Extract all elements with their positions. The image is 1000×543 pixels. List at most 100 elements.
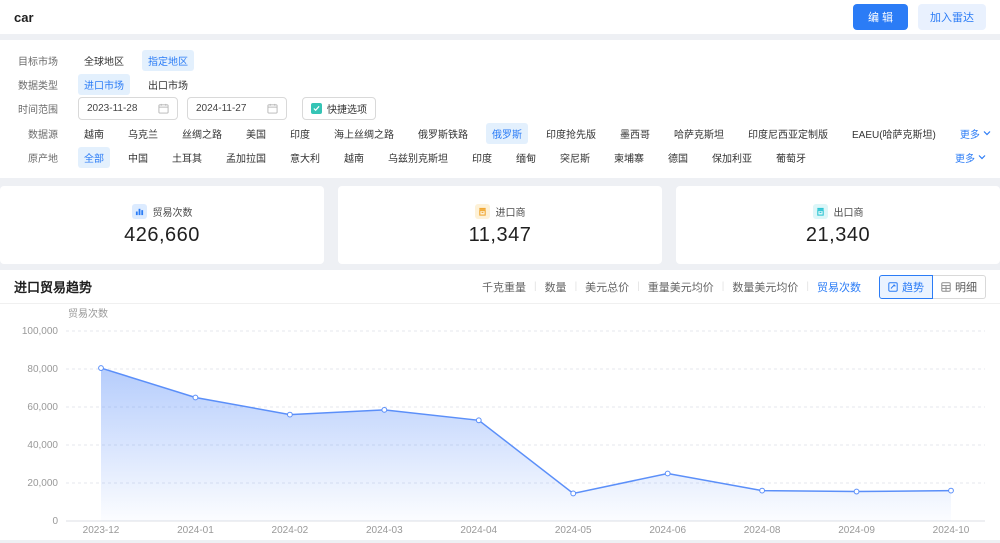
page-title: car (14, 9, 34, 25)
filter-option[interactable]: 越南 (338, 147, 370, 168)
chevron-down-icon (983, 131, 991, 136)
start-date-value: 2023-11-28 (87, 103, 138, 114)
filter-label-data-type: 数据类型 (18, 80, 58, 92)
y-tick-label: 60,000 (27, 402, 58, 413)
metric-tab[interactable]: 数量 (537, 279, 575, 295)
filter-option[interactable]: EAEU(哈萨克斯坦) (846, 123, 942, 144)
filter-option[interactable]: 保加利亚 (706, 147, 758, 168)
data-point[interactable] (475, 417, 482, 424)
filter-option[interactable]: 乌兹别克斯坦 (382, 147, 454, 168)
add-radar-button[interactable]: 加入雷达 (918, 4, 986, 30)
data-point[interactable] (286, 411, 293, 418)
stat-value: 11,347 (468, 223, 532, 246)
filter-option[interactable]: 孟加拉国 (220, 147, 272, 168)
stat-value: 426,660 (124, 223, 200, 246)
filter-option[interactable]: 海上丝绸之路 (328, 123, 400, 144)
filter-option[interactable]: 越南 (78, 123, 110, 144)
stat-card-importers: 进口商 11,347 (338, 186, 662, 264)
filter-option[interactable]: 指定地区 (142, 49, 194, 71)
view-toggle: 趋势 明细 (879, 274, 986, 299)
filter-row-data-type: 数据类型 进口市场 出口市场 (6, 73, 986, 95)
calendar-icon (267, 103, 278, 114)
filter-option[interactable]: 柬埔寨 (608, 147, 650, 168)
metric-tab[interactable]: 美元总价 (577, 279, 637, 295)
data-source-more-link[interactable]: 更多 (954, 126, 991, 141)
x-tick-label: 2024-10 (933, 525, 970, 536)
data-point[interactable] (381, 406, 388, 413)
data-point[interactable] (948, 487, 954, 494)
filter-option[interactable]: 中国 (122, 147, 154, 168)
detail-view-button[interactable]: 明细 (933, 274, 986, 299)
filter-option[interactable]: 丝绸之路 (176, 123, 228, 144)
filter-option[interactable]: 全球地区 (78, 50, 130, 71)
trend-line-chart[interactable]: 0 20,000 40,000 60,000 80,000 100,000 贸易次数 2023… (0, 304, 1000, 540)
y-axis-title: 贸易次数 (68, 307, 108, 320)
stat-label: 进口商 (495, 207, 526, 219)
x-tick-label: 2024-05 (555, 525, 592, 536)
trend-icon (888, 281, 898, 292)
start-date-input[interactable]: 2023-11-28 (78, 97, 178, 120)
filter-option[interactable]: 俄罗斯铁路 (412, 123, 474, 144)
filter-label-origin: 原产地 (28, 153, 58, 165)
detail-view-label: 明细 (955, 281, 977, 294)
data-point[interactable] (853, 488, 860, 495)
filter-option[interactable]: 印度 (466, 147, 498, 168)
metric-tab[interactable]: 数量美元均价 (724, 279, 806, 295)
metric-tab[interactable]: 重量美元均价 (640, 279, 722, 295)
filter-option[interactable]: 乌克兰 (122, 123, 164, 144)
filter-option[interactable]: 美国 (240, 123, 272, 144)
chevron-down-icon (978, 155, 986, 160)
filter-option[interactable]: 全部 (78, 146, 110, 168)
filter-option[interactable]: 意大利 (284, 147, 326, 168)
filter-option[interactable]: 缅甸 (510, 147, 542, 168)
chart-header: 进口贸易趋势 千克重量 | 数量 | 美元总价 | 重量美元均价 | 数量美元均价 | 贸易次数 趋… (0, 270, 1000, 304)
data-point[interactable] (664, 470, 671, 477)
filter-option[interactable]: 出口市场 (142, 74, 194, 95)
trend-view-label: 趋势 (902, 281, 924, 294)
x-tick-label: 2024-03 (366, 525, 403, 536)
more-label: 更多 (955, 153, 975, 165)
filter-option[interactable]: 印度尼西亚定制版 (742, 123, 834, 144)
filter-option[interactable]: 印度 (284, 123, 316, 144)
stat-cards: 贸易次数 426,660 进口商 11,347 出口商 21,340 (0, 186, 1000, 264)
filter-option[interactable]: 进口市场 (78, 73, 130, 95)
data-point[interactable] (98, 365, 104, 371)
edit-button[interactable]: 编 辑 (852, 4, 908, 30)
origin-options: 全部 中国 土耳其 孟加拉国 意大利 越南 乌兹别克斯坦 印度 缅甸 突尼斯 柬埔寨 德国 保加利亚 葡萄… (78, 146, 949, 168)
x-tick-label: 2024-02 (272, 525, 309, 536)
trend-view-button[interactable]: 趋势 (879, 274, 933, 299)
data-point[interactable] (570, 490, 577, 497)
metric-tab[interactable]: 贸易次数 (809, 279, 869, 295)
filter-label-market: 目标市场 (18, 56, 58, 68)
filter-option[interactable]: 突尼斯 (554, 147, 596, 168)
data-type-options: 进口市场 出口市场 (78, 73, 986, 95)
metric-tab[interactable]: 千克重量 (474, 279, 534, 295)
filter-option[interactable]: 德国 (662, 147, 694, 168)
origin-more-link[interactable]: 更多 (949, 150, 986, 165)
end-date-input[interactable]: 2024-11-27 (187, 97, 287, 120)
stat-label: 贸易次数 (152, 207, 193, 219)
bar-chart-icon (131, 203, 147, 219)
end-date-value: 2024-11-27 (196, 103, 247, 114)
y-tick-label: 40,000 (27, 440, 58, 451)
filter-option[interactable]: 墨西哥 (614, 123, 656, 144)
filter-option[interactable]: 葡萄牙 (770, 147, 812, 168)
quick-options-button[interactable]: 快捷选项 (302, 97, 376, 120)
y-tick-label: 0 (52, 516, 58, 527)
filter-option[interactable]: 土耳其 (166, 147, 208, 168)
filter-option[interactable]: 印度抢先版 (540, 123, 602, 144)
x-tick-label: 2024-08 (744, 525, 781, 536)
stat-card-trade-count: 贸易次数 426,660 (0, 186, 324, 264)
stat-card-head: 进口商 (474, 203, 526, 219)
filter-option[interactable]: 俄罗斯 (486, 122, 528, 144)
quick-options-icon (311, 103, 322, 114)
metric-tabs: 千克重量 | 数量 | 美元总价 | 重量美元均价 | 数量美元均价 | 贸易次数 (474, 279, 869, 295)
filter-option[interactable]: 哈萨克斯坦 (668, 123, 730, 144)
data-point[interactable] (759, 487, 766, 494)
x-tick-label: 2024-01 (177, 525, 214, 536)
data-point[interactable] (192, 394, 199, 401)
x-tick-label: 2024-09 (838, 525, 875, 536)
filter-label-date-range: 时间范围 (18, 105, 58, 116)
chart-panel: 进口贸易趋势 千克重量 | 数量 | 美元总价 | 重量美元均价 | 数量美元均价 | 贸易次数 趋… (0, 270, 1000, 540)
stat-card-head: 出口商 (812, 203, 864, 219)
